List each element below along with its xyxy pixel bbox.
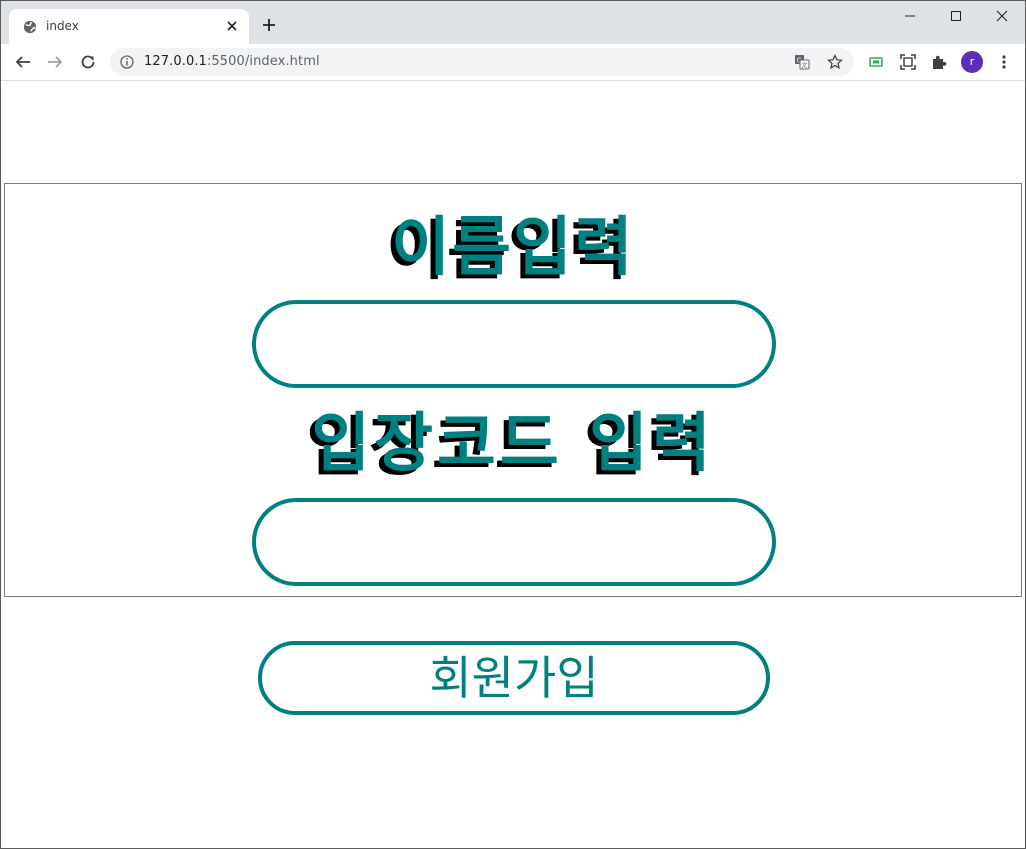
star-icon[interactable]	[827, 54, 843, 70]
url-text[interactable]: 127.0.0.1:5500/index.html	[144, 54, 320, 70]
browser-window: index 127.0.0.1:5500/index.html G 文 r 이름…	[0, 0, 1026, 849]
browser-toolbar: 127.0.0.1:5500/index.html G 文 r	[1, 44, 1025, 81]
maximize-icon	[951, 11, 961, 21]
extensions-button[interactable]	[929, 52, 949, 72]
minimize-button[interactable]	[887, 5, 933, 27]
arrow-left-icon	[15, 56, 30, 68]
minimize-icon	[905, 15, 915, 17]
tab-title: index	[46, 19, 79, 33]
entry-code-input[interactable]	[252, 498, 776, 586]
close-icon[interactable]	[225, 19, 239, 33]
url-path: :5500/index.html	[206, 54, 320, 69]
screen-share-icon	[869, 57, 883, 67]
entry-form: 이름입력 입장코드 입력	[4, 183, 1022, 597]
plus-icon[interactable]	[259, 15, 279, 35]
window-close-button[interactable]	[979, 5, 1025, 27]
close-icon	[996, 10, 1008, 22]
tab-strip: index	[1, 1, 1025, 44]
browser-menu-button[interactable]	[994, 52, 1014, 72]
url-host: 127.0.0.1	[144, 54, 207, 69]
name-label: 이름입력	[391, 211, 635, 285]
forward-button[interactable]	[45, 52, 65, 72]
maximize-button[interactable]	[933, 5, 979, 27]
screenshot-icon	[900, 54, 916, 70]
reload-button[interactable]	[78, 52, 98, 72]
screen-share-extension[interactable]	[866, 52, 886, 72]
page-content: 이름입력 입장코드 입력 회원가입	[1, 81, 1025, 848]
puzzle-icon	[933, 55, 947, 69]
translate-icon[interactable]: G 文	[794, 54, 810, 70]
back-button[interactable]	[13, 52, 33, 72]
entry-code-label: 입장코드 입력	[311, 407, 715, 481]
svg-text:文: 文	[801, 62, 807, 70]
info-icon[interactable]	[120, 55, 134, 69]
name-input[interactable]	[252, 300, 776, 388]
reload-icon	[81, 55, 95, 69]
browser-tab[interactable]: index	[9, 9, 249, 44]
address-bar[interactable]: 127.0.0.1:5500/index.html G 文	[110, 48, 854, 76]
profile-avatar[interactable]: r	[961, 51, 983, 73]
signup-button[interactable]: 회원가입	[258, 641, 770, 715]
kebab-menu-icon	[1002, 55, 1006, 69]
screenshot-extension[interactable]	[898, 52, 918, 72]
arrow-right-icon	[48, 56, 63, 68]
globe-icon	[23, 20, 37, 34]
